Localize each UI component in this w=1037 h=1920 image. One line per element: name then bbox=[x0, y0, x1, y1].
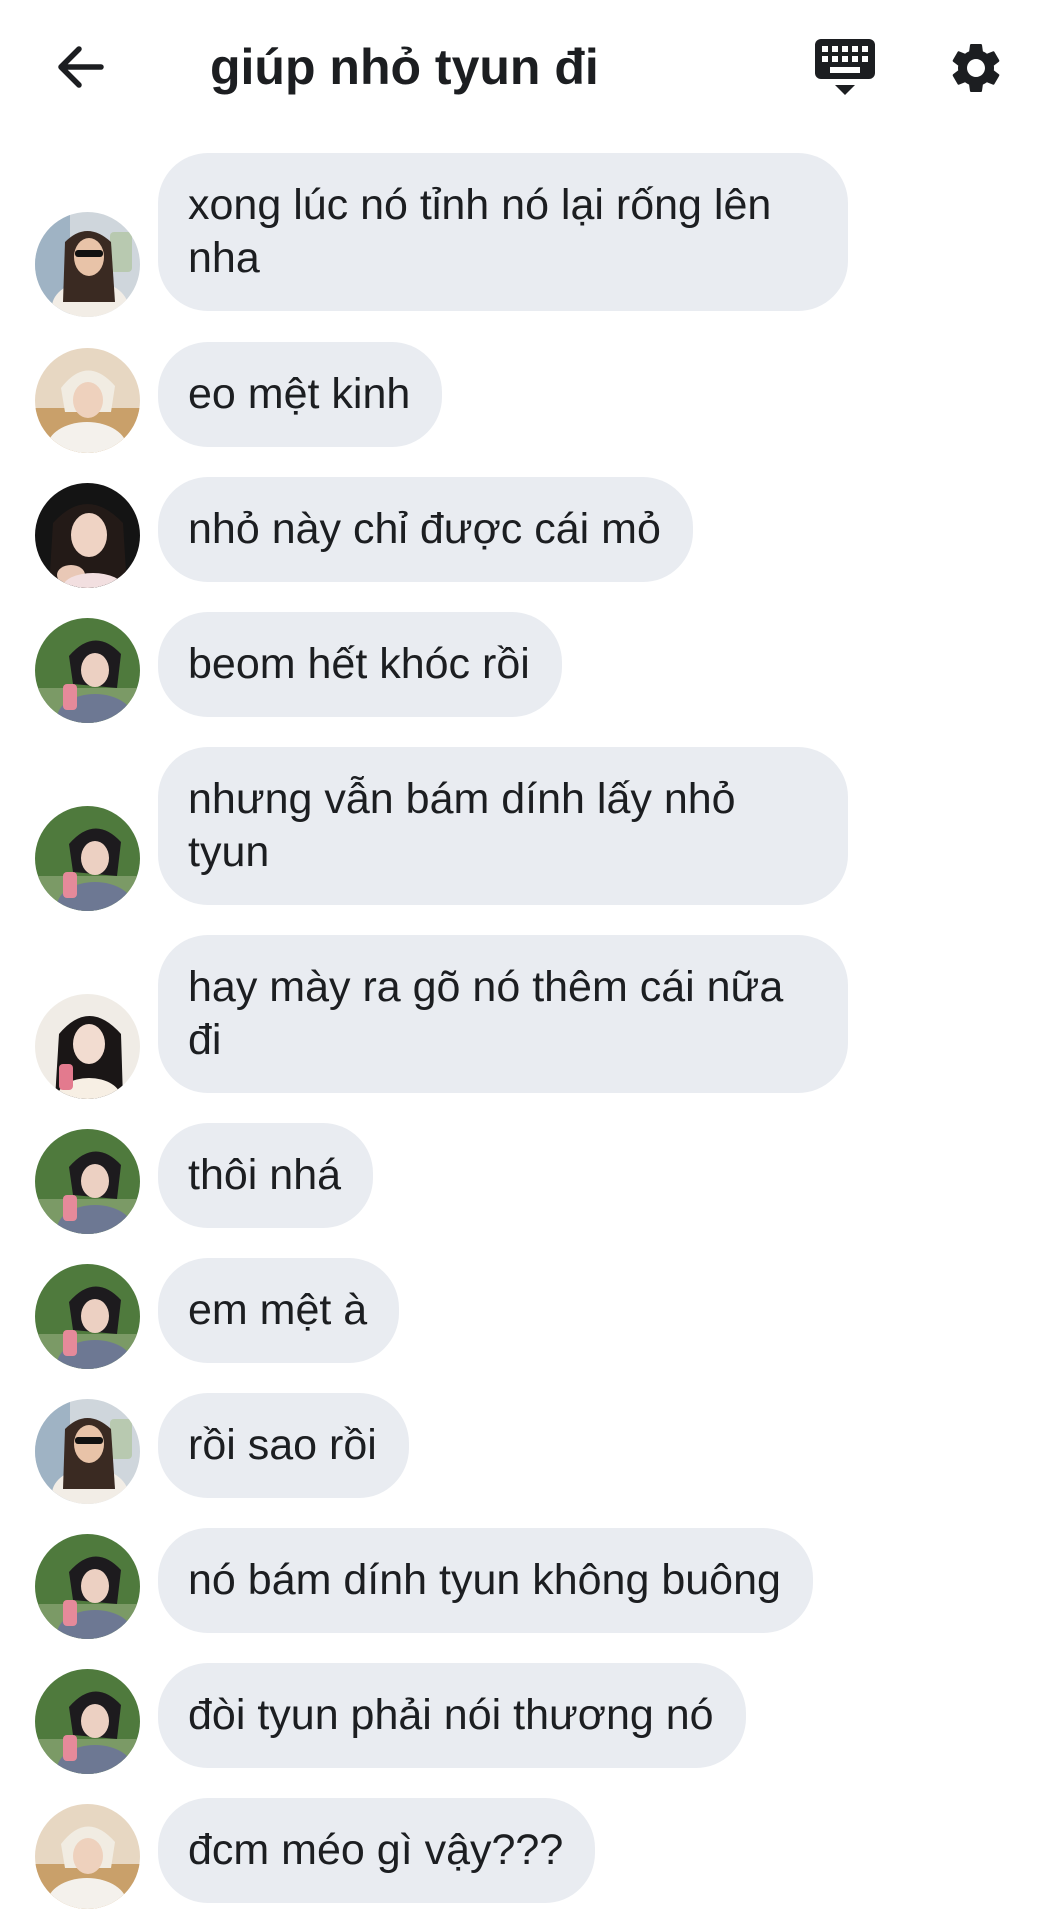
message-text: đòi tyun phải nói thương nó bbox=[188, 1691, 714, 1739]
avatar[interactable] bbox=[35, 806, 140, 911]
message-bubble[interactable]: thôi nhá bbox=[158, 1123, 374, 1228]
message-text: nhưng vẫn bám dính lấy nhỏ tyun bbox=[188, 775, 736, 876]
avatar[interactable] bbox=[35, 348, 140, 453]
message-bubble[interactable]: đcm méo gì vậy??? bbox=[158, 1798, 596, 1903]
message-text: đcm méo gì vậy??? bbox=[188, 1826, 564, 1874]
message-bubble[interactable]: eo mệt kinh bbox=[158, 342, 443, 447]
avatar[interactable] bbox=[35, 1264, 140, 1369]
message-text: hay mày ra gõ nó thêm cái nữa đi bbox=[188, 963, 784, 1064]
message-bubble[interactable]: nó bám dính tyun không buông bbox=[158, 1528, 813, 1633]
message-text: eo mệt kinh bbox=[188, 370, 411, 418]
avatar[interactable] bbox=[35, 1804, 140, 1909]
avatar[interactable] bbox=[35, 1129, 140, 1234]
message-text: em mệt à bbox=[188, 1286, 368, 1334]
message-bubble[interactable]: beom hết khóc rồi bbox=[158, 612, 562, 717]
message-bubble[interactable]: rồi sao rồi bbox=[158, 1393, 409, 1498]
message-text: beom hết khóc rồi bbox=[188, 640, 530, 688]
message-text: thôi nhá bbox=[188, 1151, 342, 1199]
message-bubble[interactable]: hay mày ra gõ nó thêm cái nữa đi bbox=[158, 935, 848, 1093]
message-bubble[interactable]: em mệt à bbox=[158, 1258, 400, 1363]
avatar[interactable] bbox=[35, 212, 140, 317]
message-bubble[interactable]: nhỏ này chỉ được cái mỏ bbox=[158, 477, 693, 582]
message-text: xong lúc nó tỉnh nó lại rống lên nha bbox=[188, 181, 772, 282]
message-bubble[interactable]: xong lúc nó tỉnh nó lại rống lên nha bbox=[158, 153, 848, 311]
message-text: rồi sao rồi bbox=[188, 1421, 377, 1469]
avatar[interactable] bbox=[35, 1534, 140, 1639]
avatar[interactable] bbox=[35, 618, 140, 723]
avatar[interactable] bbox=[35, 483, 140, 588]
message-bubble[interactable]: đòi tyun phải nói thương nó bbox=[158, 1663, 746, 1768]
message-bubble[interactable]: nhưng vẫn bám dính lấy nhỏ tyun bbox=[158, 747, 848, 905]
message-list: xong lúc nó tỉnh nó lại rống lên nha eo … bbox=[0, 0, 1037, 1920]
avatar[interactable] bbox=[35, 994, 140, 1099]
avatar[interactable] bbox=[35, 1669, 140, 1774]
message-text: nó bám dính tyun không buông bbox=[188, 1556, 781, 1604]
message-text: nhỏ này chỉ được cái mỏ bbox=[188, 505, 661, 553]
avatar[interactable] bbox=[35, 1399, 140, 1504]
